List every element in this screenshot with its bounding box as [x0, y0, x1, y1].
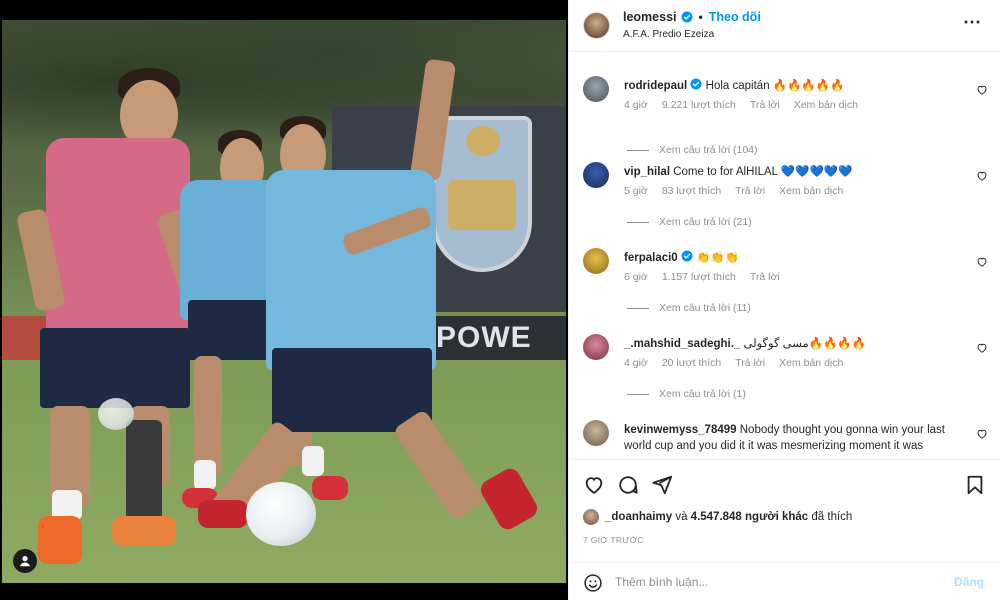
comment-username[interactable]: rodridepaul: [624, 80, 687, 92]
tagged-user-icon[interactable]: [13, 549, 37, 573]
likes-conjunction: và: [675, 511, 688, 523]
comment-meta: 5 giờ 83 lượt thích Trả lời Xem bản dịch: [624, 185, 843, 197]
comment-likes[interactable]: 1.157 lượt thích: [662, 271, 736, 283]
view-replies-label: Xem câu trả lời (11): [659, 302, 751, 314]
separator-dot: •: [698, 10, 703, 24]
more-options-icon[interactable]: ⋯: [963, 12, 982, 33]
view-replies-label: Xem câu trả lời (104): [659, 144, 758, 156]
comment-avatar[interactable]: [583, 334, 609, 360]
view-replies-button[interactable]: Xem câu trả lời (1): [627, 388, 746, 400]
comment-text-row: rodridepaul Hola capitán 🔥🔥🔥🔥🔥: [624, 78, 964, 94]
author-avatar[interactable]: [583, 12, 610, 39]
comment-text-row: vip_hilal Come to for AlHILAL 💙💙💙💙💙: [624, 164, 964, 180]
player-right: [192, 58, 552, 540]
post-header: leomessi • Theo dõi A.F.A. Predio Ezeiza…: [569, 0, 1000, 52]
post-action-bar: [569, 459, 1000, 509]
background-ball: [98, 398, 134, 430]
comment-like-heart-icon[interactable]: [976, 84, 988, 96]
liker-avatar[interactable]: [583, 509, 599, 525]
comments-list[interactable]: rodridepaul Hola capitán 🔥🔥🔥🔥🔥 4 giờ 9.2…: [569, 60, 1000, 458]
comment-text-row: _.mahshid_sadeghi._ مسی گوگولی🔥🔥🔥🔥: [624, 336, 964, 352]
view-replies-button[interactable]: Xem câu trả lời (21): [627, 216, 752, 228]
verified-badge-icon: [681, 250, 693, 262]
reply-button[interactable]: Trả lời: [735, 185, 765, 197]
likes-summary: _doanhaimy và 4.547.848 người khác đã th…: [583, 509, 852, 525]
comment-text: Come to for AlHILAL 💙💙💙💙💙: [673, 166, 853, 178]
comment-time[interactable]: 6 giờ: [624, 271, 648, 283]
translate-button[interactable]: Xem bản dịch: [794, 99, 858, 111]
comment-meta: 4 giờ 9.221 lượt thích Trả lời Xem bản d…: [624, 99, 858, 111]
author-row: leomessi • Theo dõi: [623, 10, 761, 24]
emoji-picker-icon[interactable]: [583, 573, 603, 593]
comment-text: Hola capitán 🔥🔥🔥🔥🔥: [705, 80, 845, 92]
bookmark-icon[interactable]: [964, 474, 986, 496]
comment-avatar[interactable]: [583, 162, 609, 188]
comment-time[interactable]: 4 giờ: [624, 357, 648, 369]
verified-badge-icon: [690, 78, 702, 90]
comment-like-heart-icon[interactable]: [976, 342, 988, 354]
comment-avatar[interactable]: [583, 420, 609, 446]
comment-username[interactable]: kevinwemyss_78499: [624, 424, 737, 436]
follow-button[interactable]: Theo dõi: [709, 10, 761, 24]
reply-button[interactable]: Trả lời: [750, 99, 780, 111]
view-replies-label: Xem câu trả lời (21): [659, 216, 752, 228]
post-photo[interactable]: POWE: [2, 20, 566, 583]
comment-text-row: kevinwemyss_78499 Nobody thought you gon…: [624, 422, 964, 454]
view-replies-button[interactable]: Xem câu trả lời (11): [627, 302, 751, 314]
likes-others-count[interactable]: 4.547.848 người khác: [691, 511, 809, 523]
paper-plane-icon[interactable]: [651, 474, 673, 496]
comment-like-heart-icon[interactable]: [976, 170, 988, 182]
comment-meta: 6 giờ 1.157 lượt thích Trả lời: [624, 271, 780, 283]
comment-username[interactable]: _.mahshid_sadeghi._: [624, 338, 740, 350]
soccer-ball: [246, 482, 316, 546]
comment-username[interactable]: ferpalaci0: [624, 252, 678, 264]
comment-time[interactable]: 5 giờ: [624, 185, 648, 197]
comment-input[interactable]: [615, 571, 935, 593]
first-liker-username[interactable]: _doanhaimy: [605, 511, 672, 523]
comment-likes[interactable]: 9.221 lượt thích: [662, 99, 736, 111]
comment-meta: 4 giờ 20 lượt thích Trả lời Xem bản dịch: [624, 357, 843, 369]
comment-text-row: ferpalaci0 👏👏👏: [624, 250, 964, 266]
post-comment-button[interactable]: Đăng: [954, 575, 984, 589]
comment-like-heart-icon[interactable]: [976, 256, 988, 268]
comment-bubble-icon[interactable]: [617, 474, 639, 496]
comment-time[interactable]: 4 giờ: [624, 99, 648, 111]
likes-suffix: đã thích: [811, 511, 853, 523]
post-location[interactable]: A.F.A. Predio Ezeiza: [623, 29, 714, 40]
translate-button[interactable]: Xem bản dịch: [779, 357, 843, 369]
verified-badge-icon: [681, 11, 693, 23]
author-username[interactable]: leomessi: [623, 10, 677, 24]
comment-text: مسی گوگولی🔥🔥🔥🔥: [743, 338, 866, 350]
view-replies-button[interactable]: Xem câu trả lời (104): [627, 144, 758, 156]
post-side-panel: leomessi • Theo dõi A.F.A. Predio Ezeiza…: [568, 0, 1000, 600]
comment-username[interactable]: vip_hilal: [624, 166, 670, 178]
reply-button[interactable]: Trả lời: [750, 271, 780, 283]
comment-composer: Đăng: [569, 562, 1000, 600]
comment-avatar[interactable]: [583, 248, 609, 274]
comment-likes[interactable]: 83 lượt thích: [662, 185, 721, 197]
view-replies-label: Xem câu trả lời (1): [659, 388, 746, 400]
post-media: POWE: [0, 0, 568, 600]
comment-like-heart-icon[interactable]: [976, 428, 988, 440]
translate-button[interactable]: Xem bản dịch: [779, 185, 843, 197]
comment-text: 👏👏👏: [696, 252, 740, 264]
comment-likes[interactable]: 20 lượt thích: [662, 357, 721, 369]
reply-button[interactable]: Trả lời: [735, 357, 765, 369]
comment-avatar[interactable]: [583, 76, 609, 102]
post-timestamp[interactable]: 7 GIỜ TRƯỚC: [583, 535, 644, 545]
heart-outline-icon[interactable]: [583, 474, 605, 496]
